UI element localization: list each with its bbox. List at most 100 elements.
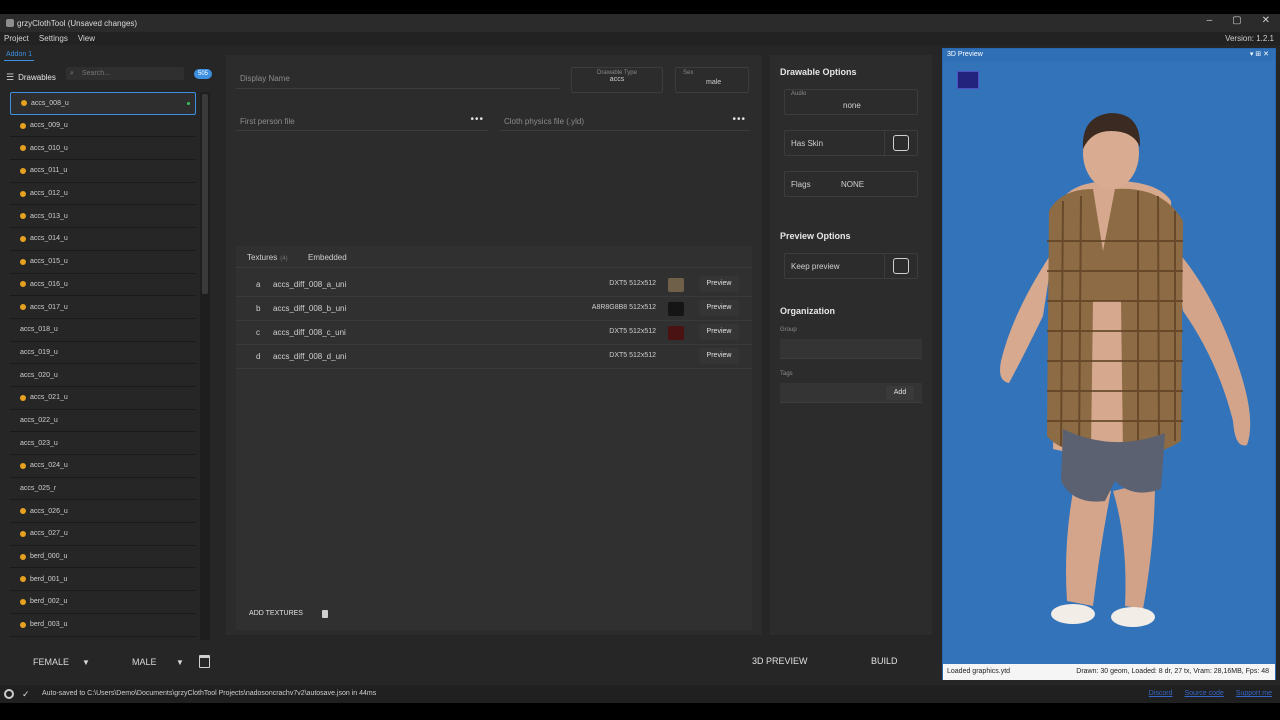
texture-row[interactable]: d accs_diff_008_d_uni DXT5 512x512 Preview	[236, 345, 752, 369]
texture-preview-button[interactable]: Preview	[699, 276, 739, 292]
drawable-name: accs_019_u	[20, 348, 58, 356]
tab-addon-1[interactable]: Addon 1	[3, 51, 35, 61]
warning-icon	[20, 167, 26, 174]
group-input[interactable]	[780, 339, 922, 359]
list-item[interactable]: accs_026_u	[10, 500, 196, 524]
menu-view[interactable]: View	[78, 34, 95, 43]
list-item[interactable]: accs_024_u	[10, 455, 196, 478]
check-icon: ✓	[22, 689, 30, 699]
list-item[interactable]: accs_011_u	[10, 160, 196, 183]
list-item[interactable]: accs_021_u	[10, 387, 196, 410]
tags-input[interactable]: Add	[780, 383, 922, 403]
list-item[interactable]: berd_002_u	[10, 591, 196, 614]
texture-preview-button[interactable]: Preview	[699, 324, 739, 340]
list-item[interactable]: accs_023_u	[10, 432, 196, 455]
warning-icon	[20, 190, 26, 197]
list-item[interactable]: accs_008_u	[10, 92, 196, 115]
3d-preview-panel[interactable]: 3D Preview ▾ ⊞ ✕ Loaded graphics.ytd Dra…	[942, 48, 1276, 680]
right-sandal	[1111, 607, 1155, 627]
list-item[interactable]: accs_020_u	[10, 364, 196, 387]
status-message: Auto-saved to C:\Users\Demo\Documents\gr…	[42, 690, 377, 697]
preview-loaded-status: Loaded graphics.ytd	[947, 668, 1011, 675]
audio-select[interactable]: Audio none	[784, 89, 918, 115]
list-item[interactable]: accs_018_u	[10, 319, 196, 342]
texture-letter: b	[256, 304, 261, 313]
texture-preview-button[interactable]: Preview	[699, 300, 739, 316]
flags-select[interactable]: Flags NONE	[784, 171, 918, 197]
drawable-type-select[interactable]: Drawable Type accs	[571, 67, 663, 93]
texture-row[interactable]: a accs_diff_008_a_uni DXT5 512x512 Preview	[236, 273, 752, 297]
has-skin-checkbox[interactable]	[893, 135, 909, 151]
source-code-link[interactable]: Source code	[1185, 685, 1224, 703]
discord-link[interactable]: Discord	[1149, 685, 1173, 703]
list-icon: ☰	[6, 71, 15, 82]
has-skin-label: Has Skin	[791, 139, 824, 148]
delete-texture-icon[interactable]	[322, 610, 328, 618]
gear-icon[interactable]	[4, 689, 14, 699]
list-item[interactable]: berd_003_u	[10, 614, 196, 637]
first-person-browse-button[interactable]: •••	[470, 114, 484, 125]
texture-name: accs_diff_008_b_uni	[273, 304, 347, 313]
3d-preview-button[interactable]: 3D PREVIEW	[752, 656, 808, 666]
texture-letter: d	[256, 352, 261, 361]
list-item[interactable]: accs_015_u	[10, 251, 196, 274]
add-male-button[interactable]: MALE	[132, 657, 157, 667]
add-female-button[interactable]: FEMALE	[33, 657, 69, 667]
texture-name: accs_diff_008_c_uni	[273, 328, 346, 337]
male-dropdown-icon[interactable]: ▼	[176, 658, 184, 667]
first-person-file-input[interactable]: First person file •••	[236, 109, 488, 131]
close-button[interactable]: ✕	[1262, 15, 1270, 26]
tab-textures[interactable]: Textures (4)	[247, 253, 288, 262]
keep-preview-checkbox[interactable]	[893, 258, 909, 274]
list-item[interactable]: accs_019_u	[10, 342, 196, 365]
menu-project[interactable]: Project	[4, 34, 29, 43]
list-item[interactable]: accs_027_u	[10, 523, 196, 546]
maximize-button[interactable]: ▢	[1232, 15, 1241, 26]
right-leg	[1113, 481, 1155, 609]
texture-row[interactable]: b accs_diff_008_b_uni A8R8G8B8 512x512 Prev…	[236, 297, 752, 321]
search-input[interactable]: ⌕ Search...	[66, 67, 184, 80]
display-name-placeholder: Display Name	[240, 74, 290, 83]
display-name-input[interactable]: Display Name	[236, 69, 560, 89]
list-item[interactable]: accs_017_u	[10, 296, 196, 319]
texture-preview-button[interactable]: Preview	[699, 348, 739, 364]
cloth-physics-browse-button[interactable]: •••	[732, 114, 746, 125]
list-item[interactable]: accs_025_r	[10, 478, 196, 501]
warning-icon	[20, 508, 26, 515]
drawable-name: accs_025_r	[20, 485, 57, 493]
list-item[interactable]: accs_022_u	[10, 410, 196, 433]
drawable-name: accs_016_u	[30, 280, 68, 288]
female-dropdown-icon[interactable]: ▼	[82, 658, 90, 667]
sex-select[interactable]: Sex male	[675, 67, 749, 93]
build-button[interactable]: BUILD	[871, 656, 898, 666]
drawable-count-badge: 505	[194, 69, 212, 79]
texture-thumbnail	[668, 278, 684, 292]
minimize-button[interactable]: –	[1207, 15, 1213, 26]
list-item[interactable]: accs_014_u	[10, 228, 196, 251]
add-textures-button[interactable]: ADD TEXTURES	[246, 606, 306, 622]
list-item[interactable]: berd_000_u	[10, 546, 196, 569]
texture-letter: c	[256, 328, 260, 337]
list-item[interactable]: accs_016_u	[10, 274, 196, 297]
support-me-link[interactable]: Support me	[1236, 685, 1272, 703]
list-item[interactable]: accs_013_u	[10, 205, 196, 229]
cloth-physics-file-input[interactable]: Cloth physics file (.yld) •••	[500, 109, 750, 131]
list-item[interactable]: accs_009_u	[10, 115, 196, 138]
texture-row[interactable]: c accs_diff_008_c_uni DXT5 512x512 Preview	[236, 321, 752, 345]
3d-preview-window-controls[interactable]: ▾ ⊞ ✕	[1250, 49, 1269, 61]
flags-label: Flags	[791, 180, 811, 189]
drawable-name: accs_018_u	[20, 326, 58, 334]
list-item[interactable]: berd_001_u	[10, 568, 196, 592]
drawable-list-scrollbar[interactable]	[200, 92, 210, 640]
tab-embedded[interactable]: Embedded	[308, 253, 347, 262]
drawable-name: berd_002_u	[30, 598, 68, 606]
drawable-name: accs_009_u	[30, 122, 68, 130]
add-tag-button[interactable]: Add	[886, 386, 914, 400]
menu-settings[interactable]: Settings	[39, 34, 68, 43]
delete-drawable-icon[interactable]	[199, 655, 210, 668]
left-arm	[1000, 251, 1053, 383]
list-item[interactable]: accs_012_u	[10, 183, 196, 206]
scrollbar-thumb[interactable]	[202, 94, 208, 294]
list-item[interactable]: accs_010_u	[10, 137, 196, 161]
warning-icon	[20, 598, 26, 605]
